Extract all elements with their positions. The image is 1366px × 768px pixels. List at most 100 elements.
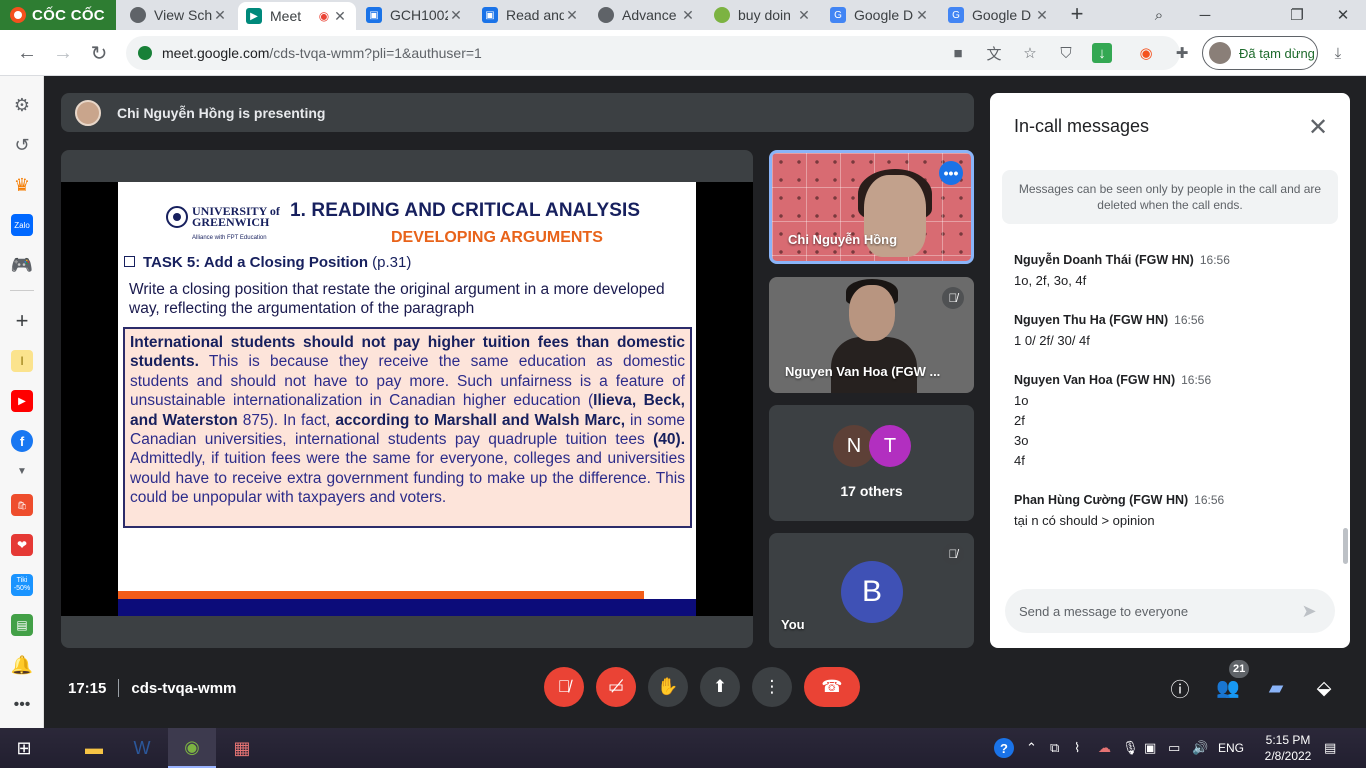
tab-meet[interactable]: ▶ Meet ◉ ✕ [238,2,356,30]
mic-muted-icon: 🎙̸ [942,543,964,565]
translate-icon[interactable]: 文 [984,43,1004,63]
chat-icon[interactable]: ▰ [1262,674,1290,702]
maximize-button[interactable]: ❐ [1274,0,1320,30]
tab-search-icon[interactable]: ⌕ [1136,0,1182,30]
settings-gear-icon[interactable]: ⚙ [11,94,33,116]
windows-start-icon[interactable]: ⊞ [0,728,48,768]
chat-scrollbar[interactable] [1343,528,1348,564]
others-tile[interactable]: N T 17 others [769,405,974,521]
camera-icon[interactable]: ■ [948,43,968,63]
coccoc-brand[interactable]: CỐC CỐC [0,0,116,30]
chevron-down-icon[interactable]: ▼ [11,460,33,482]
battery-icon[interactable]: ▭ [1168,738,1180,758]
game-controller-icon[interactable]: 🎮 [11,254,33,276]
downloads-icon[interactable]: ⤓ [1328,43,1348,63]
add-icon[interactable]: + [11,308,33,333]
notes-icon[interactable]: I [11,350,33,372]
meeting-code[interactable]: cds-tvqa-wmm [131,680,236,697]
lazada-icon[interactable]: ❤ [11,534,33,556]
network-icon[interactable]: ⌇ [1074,738,1080,758]
tab-google-docs-1[interactable]: G Google D ✕ [822,2,938,28]
help-icon[interactable]: ? [994,738,1014,758]
tab-google-docs-2[interactable]: G Google D ✕ [940,2,1058,28]
close-tab-icon[interactable]: ✕ [448,7,464,24]
message-list[interactable]: Nguyễn Doanh Thái (FGW HN) 16:56 1o, 2f, … [1014,251,1330,551]
more-options-icon[interactable]: ••• [11,694,33,716]
back-button[interactable]: ← [12,38,42,68]
tab-advance[interactable]: Advance ✕ [590,2,704,28]
tray-chevron-icon[interactable]: ⌃ [1026,738,1037,758]
message-input[interactable] [1019,603,1297,619]
close-window-button[interactable]: ✕ [1320,0,1366,30]
history-icon[interactable]: ↺ [11,134,33,156]
raise-hand-button[interactable]: ✋ [648,667,688,707]
shield-icon[interactable]: ⛉ [1056,43,1076,63]
download-extension-icon[interactable]: ↓ [1092,43,1112,63]
security-icon[interactable]: ☁ [1098,738,1111,758]
tiki-icon[interactable]: Tiki -50% [11,574,33,596]
action-center-icon[interactable]: ▤ [1324,738,1336,758]
profile-paused-button[interactable]: Đã tạm dừng [1202,36,1318,70]
message-text: 1 0/ 2f/ 30/ 4f [1014,333,1090,348]
bookmark-star-icon[interactable]: ☆ [1020,43,1040,63]
present-screen-button[interactable]: ⬆ [700,667,740,707]
coccoc-taskbar-icon[interactable]: ◉ [168,728,216,768]
tab-read-and[interactable]: ▣ Read and ✕ [474,2,588,28]
self-name: You [781,617,805,632]
more-options-button[interactable]: ⋮ [752,667,792,707]
display-icon[interactable]: ▣ [1144,738,1156,758]
send-icon[interactable]: ➤ [1297,599,1321,623]
microphone-icon[interactable]: 🎙 [1122,738,1139,758]
tab-view-schedule[interactable]: View Sch ✕ [122,2,236,28]
close-tab-icon[interactable]: ✕ [796,7,812,24]
close-tab-icon[interactable]: ✕ [332,8,348,25]
meeting-info-icon[interactable]: ⓘ [1166,674,1194,702]
new-tab-button[interactable]: + [1064,2,1090,28]
mic-off-button[interactable]: 🎙̸ [544,667,584,707]
language-indicator[interactable]: ENG [1218,738,1244,758]
leave-call-button[interactable]: ☎ [804,667,860,707]
more-options-icon[interactable]: ••• [939,161,963,185]
forward-button[interactable]: → [48,38,78,68]
zalo-icon[interactable]: Zalo [11,214,33,236]
close-tab-icon[interactable]: ✕ [212,7,228,24]
activities-icon[interactable]: ⬙ [1310,674,1338,702]
chat-input-box[interactable]: ➤ [1005,589,1335,633]
clock-date: 2/8/2022 [1264,749,1312,763]
facebook-icon[interactable]: f [11,430,33,452]
winrar-icon[interactable]: ▦ [218,728,266,768]
tab-buy-doin[interactable]: buy doin ✕ [706,2,820,28]
reload-button[interactable]: ↻ [84,38,114,68]
shared-screen[interactable]: UNIVERSITY of GREENWICH Alliance with FP… [61,150,753,648]
tab-gch1002[interactable]: ▣ GCH1002 ✕ [358,2,472,28]
word-icon[interactable]: W [118,728,166,768]
youtube-icon[interactable]: ▶ [11,390,33,412]
file-explorer-icon[interactable]: ▬ [70,728,118,768]
participant-tile[interactable]: 🎙̸ Nguyen Van Hoa (FGW ... [769,277,974,393]
notifications-bell-icon[interactable]: 🔔 [11,654,33,676]
people-icon[interactable]: 👥 [1214,674,1242,702]
close-tab-icon[interactable]: ✕ [914,7,930,24]
system-clock[interactable]: 5:15 PM 2/8/2022 [1258,732,1318,764]
close-tab-icon[interactable]: ✕ [680,7,696,24]
browser-toolbar: ← → ↻ meet.google.com/cds-tvqa-wmm?pli=1… [0,30,1366,76]
camera-off-button[interactable]: ▭̸ [596,667,636,707]
extensions-puzzle-icon[interactable]: ✚ [1172,43,1192,63]
shopee-icon[interactable]: 🛍 [11,494,33,516]
para-text-2: 875). In fact, [237,411,336,429]
crown-icon[interactable]: ♛ [11,174,33,196]
meet-now-icon[interactable]: ⧉ [1050,738,1059,758]
minimize-button[interactable]: ─ [1182,0,1228,30]
message-sender: Phan Hùng Cường (FGW HN) [1014,493,1189,507]
close-tab-icon[interactable]: ✕ [1034,7,1050,24]
camera-off-icon: ▭̸ [607,677,625,696]
task-heading: TASK 5: Add a Closing Position (p.31) [124,254,411,271]
presenter-tile[interactable]: ••• Chi Nguyễn Hồng [769,150,974,264]
sheet-icon[interactable]: ▤ [11,614,33,636]
self-tile[interactable]: B 🎙̸ You [769,533,974,648]
close-icon[interactable]: ✕ [1302,111,1334,143]
close-tab-icon[interactable]: ✕ [564,7,580,24]
message-time: 16:56 [1194,493,1225,507]
coccoc-extension-icon[interactable]: ◉ [1136,43,1156,63]
volume-icon[interactable]: 🔊 [1192,738,1208,758]
